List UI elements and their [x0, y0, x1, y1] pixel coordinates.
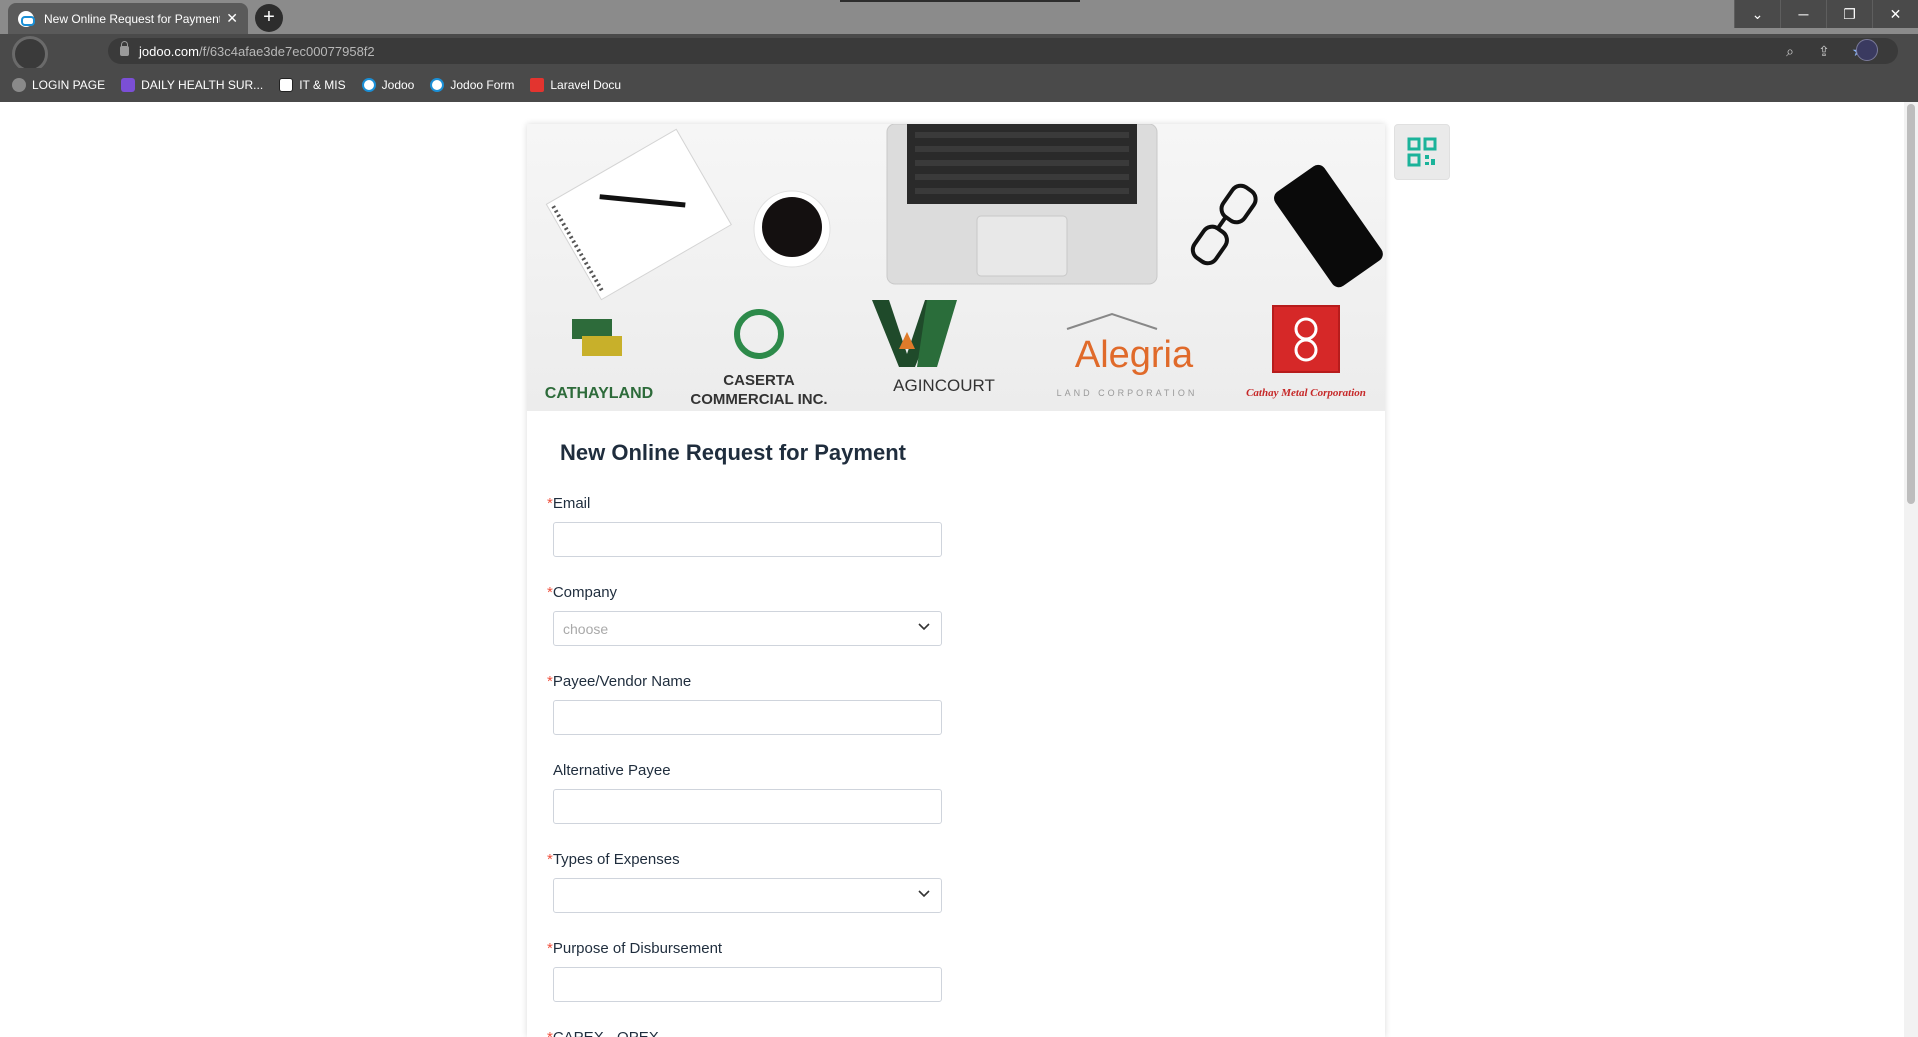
page-scrollbar[interactable]	[1904, 102, 1918, 1037]
bookmark-laravel-docu[interactable]: Laravel Docu	[530, 78, 621, 92]
browser-tabstrip: New Online Request for Payment ✕ + ⌄ ─ ❐…	[0, 0, 1918, 34]
tab-search-icon[interactable]: ⌄	[1734, 0, 1780, 28]
address-bar-actions: ⌕ ⇪ ★	[1780, 41, 1868, 61]
email-label-text: Email	[552, 495, 591, 512]
payee-vendor-name-label-text: Payee/Vendor Name	[552, 673, 692, 690]
email-input[interactable]	[553, 522, 942, 557]
chevron-down-icon	[918, 890, 930, 898]
company-select[interactable]: choose	[553, 611, 942, 646]
email-label: *Email	[547, 495, 947, 515]
laravel-icon	[530, 78, 545, 92]
alternative-payee-label-text: Alternative Payee	[553, 762, 671, 779]
bookmark-jodoo[interactable]: Jodoo	[361, 78, 415, 92]
profile-avatar[interactable]	[1856, 39, 1878, 61]
share-icon[interactable]: ⇪	[1814, 41, 1834, 61]
browser-logo-icon[interactable]	[12, 36, 48, 72]
close-window-button[interactable]: ✕	[1872, 0, 1918, 28]
payee-vendor-name-field: *Payee/Vendor Name	[547, 673, 947, 735]
capex-opex-field: *CAPEX - OPEX	[547, 1029, 947, 1037]
restore-button[interactable]: ❐	[1826, 0, 1872, 28]
types-of-expenses-field: *Types of Expenses	[547, 851, 947, 913]
url-path: /f/63c4afae3de7ec00077958f2	[198, 43, 375, 59]
form-title: New Online Request for Payment	[560, 440, 906, 465]
lock-icon[interactable]	[120, 41, 129, 56]
company-label-text: Company	[552, 584, 618, 601]
form-banner: CATHAYLAND CASERTA COMMERCIAL INC. AGINC…	[527, 124, 1385, 411]
minimize-button[interactable]: ─	[1780, 0, 1826, 28]
bookmark-login-page[interactable]: LOGIN PAGE	[12, 78, 105, 92]
agincourt-logo: AGINCOURT	[893, 376, 995, 395]
browser-tab[interactable]: New Online Request for Payment ✕	[8, 3, 248, 34]
bookmark-jodoo-form[interactable]: Jodoo Form	[430, 78, 514, 92]
tab-divider	[840, 0, 1080, 2]
alegria-logo: Alegria	[1075, 334, 1194, 376]
types-of-expenses-label: *Types of Expenses	[547, 851, 947, 871]
chevron-down-icon	[918, 623, 930, 631]
purpose-of-disbursement-label: *Purpose of Disbursement	[547, 940, 947, 960]
alegria-logo-sub: LAND CORPORATION	[1057, 388, 1198, 398]
bookmark-label: Jodoo	[381, 78, 415, 92]
company-field: *Company choose	[547, 584, 947, 646]
company-label: *Company	[547, 584, 947, 604]
url-host: jodoo.com	[139, 43, 199, 59]
alternative-payee-field: Alternative Payee	[547, 762, 947, 824]
address-bar[interactable]: jodoo.com/f/63c4afae3de7ec00077958f2 ⌕ ⇪…	[108, 38, 1898, 64]
payee-vendor-name-input[interactable]	[553, 700, 942, 735]
purpose-of-disbursement-field: *Purpose of Disbursement	[547, 940, 947, 1002]
bookmark-it-mis[interactable]: IT & MIS	[279, 78, 346, 92]
window-controls: ⌄ ─ ❐ ✕	[1734, 0, 1918, 28]
cathayland-logo: CATHAYLAND	[545, 385, 653, 402]
jodoo-favicon-icon	[18, 10, 35, 27]
cathay-metal-logo: Cathay Metal Corporation	[1246, 387, 1366, 399]
alternative-payee-input[interactable]	[553, 789, 942, 824]
close-tab-icon[interactable]: ✕	[226, 10, 238, 27]
bookmark-label: DAILY HEALTH SUR...	[141, 78, 264, 92]
banner-image: CATHAYLAND CASERTA COMMERCIAL INC. AGINC…	[545, 124, 1383, 408]
caserta-logo: CASERTA	[723, 372, 795, 389]
list-icon	[121, 78, 136, 92]
purpose-of-disbursement-input[interactable]	[553, 967, 942, 1002]
payee-vendor-name-label: *Payee/Vendor Name	[547, 673, 947, 693]
globe-icon	[12, 78, 26, 92]
bookmark-label: Laravel Docu	[550, 78, 622, 92]
capex-opex-label: *CAPEX - OPEX	[547, 1029, 947, 1037]
alternative-payee-label: Alternative Payee	[547, 762, 947, 782]
zoom-icon[interactable]: ⌕	[1780, 41, 1800, 61]
notion-icon	[279, 78, 294, 92]
qr-code-button[interactable]	[1394, 124, 1450, 180]
types-of-expenses-label-text: Types of Expenses	[552, 851, 680, 868]
bookmark-label: LOGIN PAGE	[32, 78, 106, 92]
caserta-logo-sub: COMMERCIAL INC.	[690, 391, 827, 408]
jodoo-icon	[430, 78, 445, 92]
bookmarks-bar: LOGIN PAGE DAILY HEALTH SUR... IT & MIS …	[0, 68, 1918, 102]
browser-toolbar: jodoo.com/f/63c4afae3de7ec00077958f2 ⌕ ⇪…	[0, 34, 1918, 72]
bookmark-label: Jodoo Form	[450, 78, 515, 92]
tab-title: New Online Request for Payment	[44, 11, 221, 26]
qr-code-icon	[1407, 137, 1437, 167]
email-field: *Email	[547, 495, 947, 557]
types-of-expenses-select[interactable]	[553, 878, 942, 913]
bookmark-label: IT & MIS	[299, 78, 346, 92]
new-tab-button[interactable]: +	[255, 4, 283, 32]
form-card: CATHAYLAND CASERTA COMMERCIAL INC. AGINC…	[527, 124, 1385, 1037]
company-placeholder: choose	[563, 621, 609, 637]
capex-opex-label-text: CAPEX - OPEX	[553, 1029, 659, 1037]
jodoo-icon	[361, 78, 376, 92]
scrollbar-thumb[interactable]	[1907, 104, 1915, 504]
bookmark-daily-health[interactable]: DAILY HEALTH SUR...	[121, 78, 263, 92]
purpose-of-disbursement-label-text: Purpose of Disbursement	[552, 940, 723, 957]
